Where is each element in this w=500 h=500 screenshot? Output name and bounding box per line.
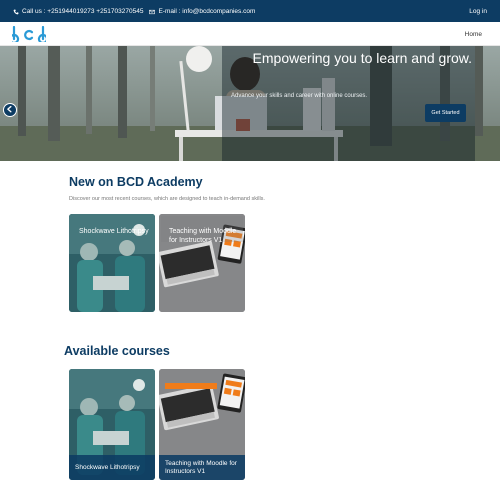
- course-card-title: Shockwave Lithotripsy: [69, 455, 155, 480]
- hero-heading: Empowering you to learn and grow.: [252, 50, 472, 66]
- course-card-moodle[interactable]: Teaching with Moodle for Instructors V1: [159, 214, 245, 312]
- course-card-title: Shockwave Lithotripsy: [79, 228, 149, 235]
- new-courses-description: Discover our most recent courses, which …: [69, 196, 265, 202]
- contact-info: Call us : +251944019273 +251703270545 E-…: [13, 8, 255, 15]
- course-card-moodle-available[interactable]: Teaching with Moodle for Instructors V1: [159, 369, 245, 480]
- hero-banner: Empowering you to learn and grow. Advanc…: [0, 46, 500, 161]
- course-card-shockwave[interactable]: Shockwave Lithotripsy: [69, 214, 155, 312]
- top-bar: Call us : +251944019273 +251703270545 E-…: [0, 0, 500, 22]
- course-card-shockwave-available[interactable]: Shockwave Lithotripsy: [69, 369, 155, 480]
- nav-home-link[interactable]: Home: [465, 31, 482, 38]
- course-card-title: Teaching with Moodle for Instructors V1: [169, 228, 237, 244]
- navbar: Home: [0, 22, 500, 46]
- bcd-logo[interactable]: [12, 26, 46, 42]
- login-link[interactable]: Log in: [469, 8, 487, 15]
- hero-subtext: Advance your skills and career with onli…: [231, 93, 368, 99]
- course-card-title: Teaching with Moodle for Instructors V1: [159, 455, 245, 480]
- email-address: E-mail : info@bcdcompanies.com: [158, 8, 256, 15]
- get-started-button[interactable]: Get Started: [425, 104, 466, 122]
- phone-numbers: Call us : +251944019273 +251703270545: [22, 8, 144, 15]
- available-courses-title: Available courses: [64, 344, 170, 358]
- carousel-prev-button[interactable]: [3, 103, 17, 117]
- new-courses-title: New on BCD Academy: [69, 175, 203, 189]
- envelope-icon: [149, 9, 156, 14]
- phone-icon: [13, 9, 19, 14]
- chevron-left-icon: [7, 105, 12, 113]
